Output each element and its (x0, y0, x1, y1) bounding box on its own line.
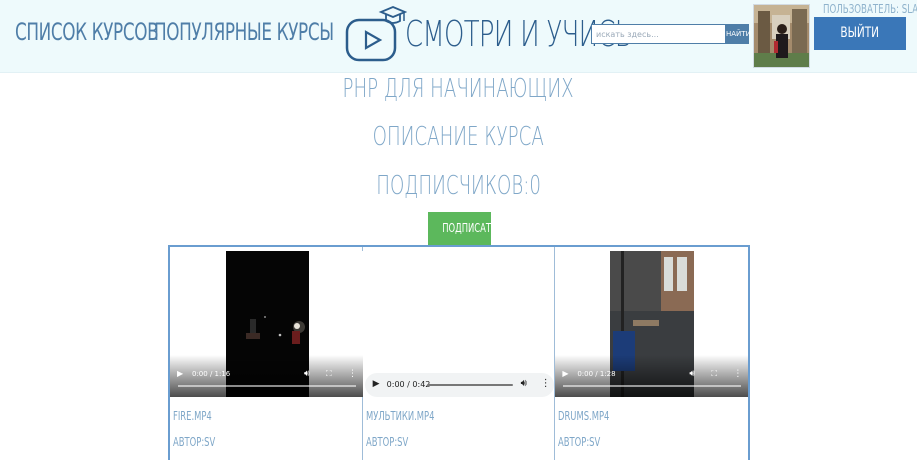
search-input[interactable] (591, 24, 726, 44)
volume-icon[interactable]: 🔊︎ (689, 369, 695, 379)
media-file-link[interactable]: FIRE.MP4 (173, 409, 212, 423)
logout-label: ВЫЙТИ (840, 25, 880, 41)
video-player[interactable]: ▶ 0:00 / 1:16 🔊︎ ⛶ ⋮ (170, 251, 363, 397)
media-author: АВТОР:SV (558, 435, 601, 449)
play-icon[interactable]: ▶ (562, 369, 568, 378)
course-description: ОПИСАНИЕ КУРСА (372, 122, 545, 152)
subscriber-count: ПОДПИСЧИКОВ:0 (376, 171, 541, 201)
video-time: 0:00 / 1:16 (192, 370, 231, 378)
search-button[interactable]: НАЙТИ (726, 24, 751, 44)
audio-player[interactable]: ▶ 0:00 / 0:42 🔊︎ ⋮ (364, 373, 554, 397)
media-card: ▶ 0:00 / 0:42 🔊︎ ⋮ МУЛЬТИКИ.MP4 АВТОР:SV (363, 247, 556, 460)
video-player[interactable]: ▶ 0:00 / 1:28 🔊︎ ⛶ ⋮ (555, 251, 749, 397)
fullscreen-icon[interactable]: ⛶ (711, 369, 717, 379)
media-card: ▶ 0:00 / 1:16 🔊︎ ⛶ ⋮ FIRE.MP4 АВТОР:SV (170, 247, 363, 460)
course-title: PHP ДЛЯ НАЧИНАЮЩИХ (342, 74, 575, 104)
video-progress-bar[interactable] (178, 385, 356, 387)
logout-button[interactable]: ВЫЙТИ (814, 17, 906, 50)
subscribe-button[interactable]: ПОДПИСАТЬСЯ (428, 212, 509, 245)
media-author: АВТОР:SV (365, 435, 408, 449)
media-card: ▶ 0:00 / 1:28 🔊︎ ⛶ ⋮ DRUMS.MP4 АВТОР:SV (555, 247, 749, 460)
audio-time: 0:00 / 0:42 (386, 380, 431, 389)
play-icon[interactable]: ▶ (373, 379, 380, 389)
video-time: 0:00 / 1:28 (577, 370, 616, 378)
media-file-link[interactable]: DRUMS.MP4 (558, 409, 609, 423)
user-label: ПОЛЬЗОВАТЕЛЬ: SLAVA (823, 2, 917, 16)
more-icon[interactable]: ⋮ (541, 378, 551, 389)
nav-courses-link[interactable]: СПИСОК КУРСОВ (15, 18, 159, 46)
more-icon[interactable]: ⋮ (733, 369, 742, 379)
fullscreen-icon[interactable]: ⛶ (326, 369, 332, 379)
volume-icon[interactable]: 🔊︎ (521, 378, 527, 389)
user-avatar (753, 4, 810, 68)
play-icon[interactable]: ▶ (177, 369, 183, 378)
logo-play-icon (345, 6, 407, 62)
media-grid: ▶ 0:00 / 1:16 🔊︎ ⛶ ⋮ FIRE.MP4 АВТОР:SV ▶… (168, 245, 750, 460)
header: СПИСОК КУРСОВ ПОПУЛЯРНЫЕ КУРСЫ СМОТРИ И … (0, 0, 917, 73)
video-progress-bar[interactable] (563, 385, 742, 387)
volume-icon[interactable]: 🔊︎ (304, 369, 310, 379)
nav-popular-link[interactable]: ПОПУЛЯРНЫЕ КУРСЫ (154, 18, 334, 46)
audio-progress-bar[interactable] (426, 384, 513, 386)
media-file-link[interactable]: МУЛЬТИКИ.MP4 (366, 409, 434, 423)
more-icon[interactable]: ⋮ (348, 369, 357, 379)
logo[interactable]: СМОТРИ И УЧИСЬ (343, 2, 633, 68)
subscribe-label: ПОДПИСАТЬСЯ (442, 221, 509, 235)
media-author: АВТОР:SV (173, 435, 216, 449)
